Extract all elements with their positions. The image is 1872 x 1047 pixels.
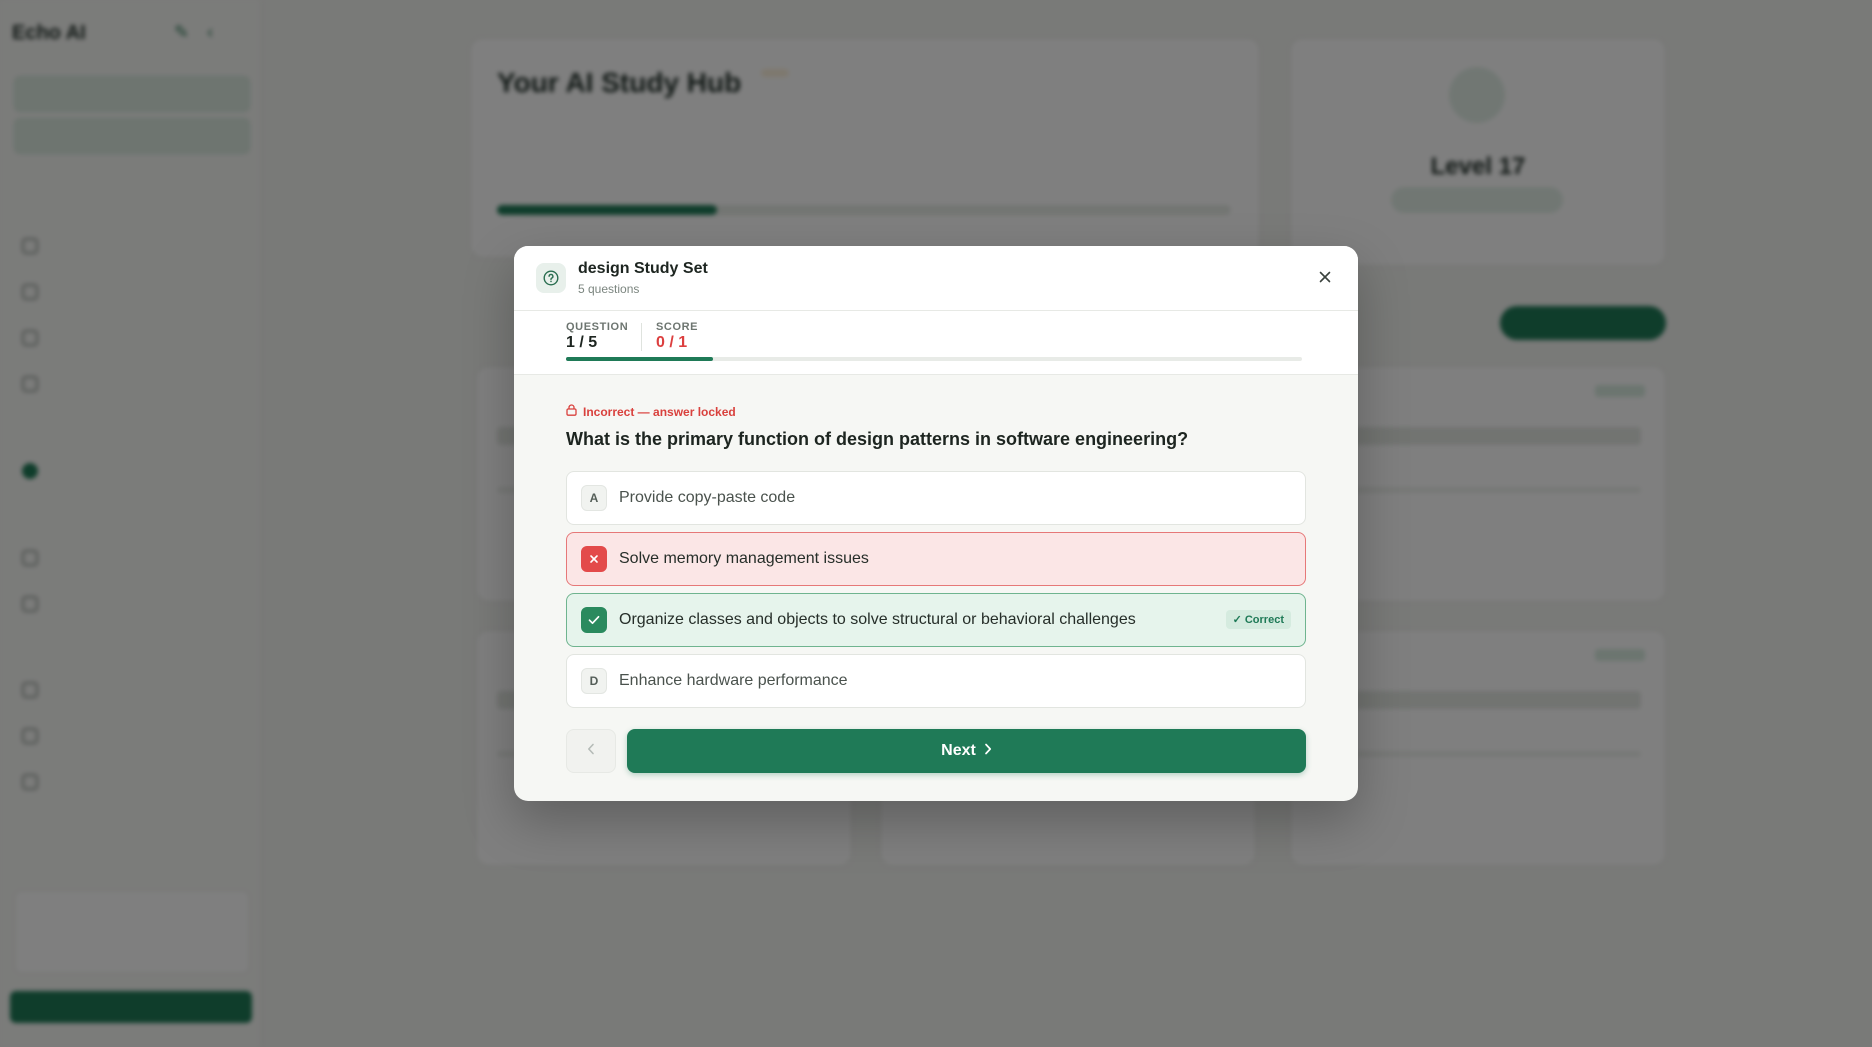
modal-title: design Study Set [578, 260, 708, 277]
option-text: Enhance hardware performance [619, 672, 848, 689]
score-value: 0 / 1 [656, 334, 688, 351]
x-icon [581, 546, 607, 572]
modal-subtitle: 5 questions [578, 282, 640, 296]
stat-divider [641, 323, 642, 351]
close-button[interactable] [1312, 266, 1338, 292]
option-letter: D [581, 668, 607, 694]
correct-badge: ✓ Correct [1225, 610, 1291, 629]
option-text: Provide copy-paste code [619, 489, 796, 506]
answer-option-b[interactable]: Solve memory management issues [566, 532, 1306, 586]
close-icon [1318, 270, 1332, 289]
answer-option-c[interactable]: Organize classes and objects to solve st… [566, 593, 1306, 647]
question-text: What is the primary function of design p… [566, 429, 1189, 449]
answer-option-d[interactable]: D Enhance hardware performance [566, 654, 1306, 708]
question-counter: QUESTION 1 / 5 [566, 321, 628, 352]
option-text: Solve memory management issues [619, 550, 869, 567]
answer-status: Incorrect — answer locked [566, 404, 736, 419]
quiz-progress: QUESTION 1 / 5 SCORE 0 / 1 [514, 311, 1358, 375]
lock-icon [566, 404, 577, 419]
question-circle-icon [536, 263, 566, 293]
answer-status-text: Incorrect — answer locked [583, 404, 736, 419]
option-text: Organize classes and objects to solve st… [619, 611, 1136, 628]
check-icon [581, 607, 607, 633]
question-counter-label: QUESTION [566, 321, 629, 333]
chevron-left-icon [587, 742, 595, 760]
option-letter: A [581, 485, 607, 511]
next-button[interactable]: Next [627, 729, 1306, 773]
chevron-right-icon [984, 742, 992, 760]
score-label: SCORE [656, 321, 699, 333]
modal-header: design Study Set 5 questions [514, 246, 1358, 311]
next-button-label: Next [941, 742, 976, 759]
score-counter: SCORE 0 / 1 [656, 321, 698, 352]
answer-option-a[interactable]: A Provide copy-paste code [566, 471, 1306, 525]
progress-bar [566, 357, 1302, 361]
progress-bar-fill [566, 357, 714, 361]
question-counter-value: 1 / 5 [566, 334, 598, 351]
quiz-modal: design Study Set 5 questions QUESTION 1 … [514, 246, 1358, 801]
previous-button[interactable] [566, 729, 616, 773]
